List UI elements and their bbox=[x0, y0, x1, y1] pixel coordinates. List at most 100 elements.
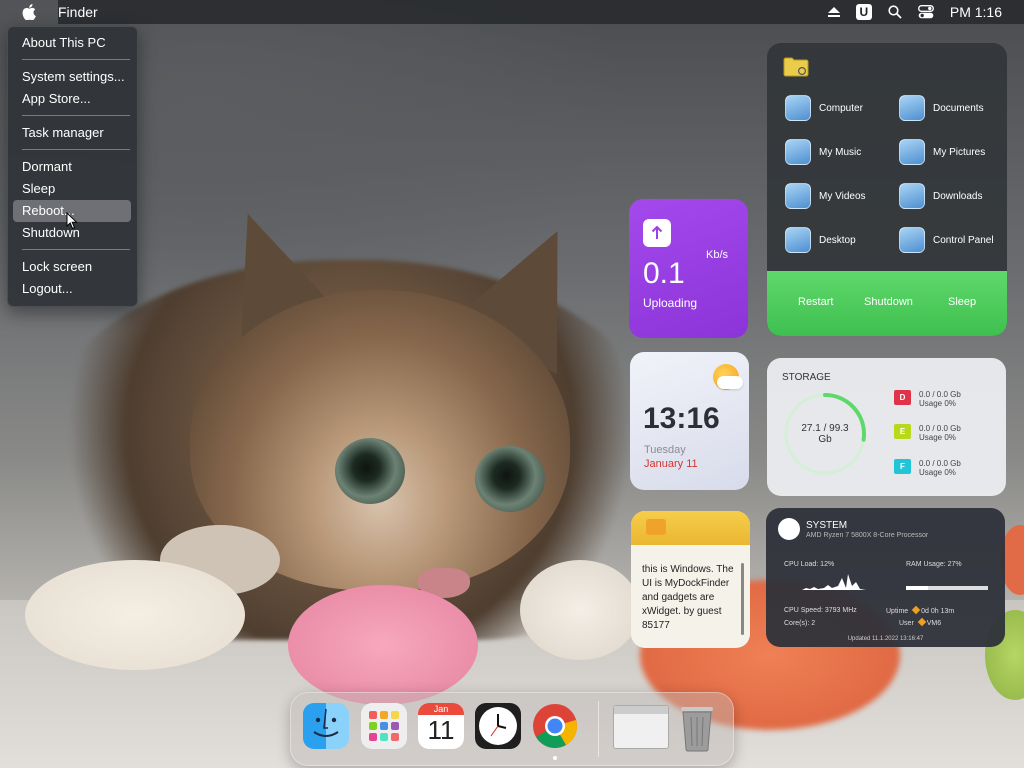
folder-item-documents[interactable]: Documents bbox=[899, 95, 984, 121]
diamond-icon bbox=[917, 617, 926, 627]
folder-item-my-pictures[interactable]: My Pictures bbox=[899, 139, 985, 165]
control-panel-icon bbox=[899, 227, 925, 253]
folder-item-label: Downloads bbox=[933, 190, 983, 202]
folder-icon[interactable] bbox=[783, 57, 809, 77]
wallpaper-cat-eye-right bbox=[475, 446, 545, 512]
control-center-icon[interactable] bbox=[917, 5, 934, 19]
clock-date: January 11 bbox=[644, 458, 698, 470]
folder-item-label: Desktop bbox=[819, 234, 856, 246]
folder-item-label: My Pictures bbox=[933, 146, 986, 158]
drive-d[interactable]: D 0.0 / 0.0 Gb Usage 0% bbox=[894, 390, 961, 408]
menu-item-task-manager[interactable]: Task manager bbox=[13, 122, 131, 144]
menu-item-logout[interactable]: Logout... bbox=[13, 278, 131, 300]
uptime-label: Uptime bbox=[886, 608, 909, 615]
diamond-icon bbox=[911, 605, 921, 615]
cpu-cores: Core(s): 2 bbox=[784, 620, 816, 627]
menu-bar: Finder U PM 1:16 bbox=[0, 0, 1024, 24]
wallpaper-cat-eye-left bbox=[335, 438, 405, 504]
menu-item-dormant[interactable]: Dormant bbox=[13, 156, 131, 178]
dock-calendar[interactable]: Jan 11 bbox=[418, 703, 464, 749]
uptime-row: Uptime 0d 0h 13m bbox=[886, 605, 955, 615]
drive-usage: Usage 0% bbox=[919, 433, 956, 442]
music-folder-icon bbox=[785, 139, 811, 165]
folders-widget: Computer Documents My Music My Pictures … bbox=[767, 43, 1007, 336]
dock-finder[interactable] bbox=[303, 703, 349, 749]
u-app-icon[interactable]: U bbox=[855, 4, 872, 20]
sleep-button[interactable]: Sleep bbox=[948, 296, 976, 308]
menu-item-lock-screen[interactable]: Lock screen bbox=[13, 256, 131, 278]
folder-item-label: My Videos bbox=[819, 190, 866, 202]
cpu-speed: CPU Speed: 3793 MHz bbox=[784, 607, 857, 614]
folder-item-computer[interactable]: Computer bbox=[785, 95, 863, 121]
uptime-value: 0d 0h 13m bbox=[921, 608, 955, 615]
dock-separator bbox=[598, 701, 599, 757]
drive-f[interactable]: F 0.0 / 0.0 Gb Usage 0% bbox=[894, 459, 961, 477]
videos-folder-icon bbox=[785, 183, 811, 209]
drive-icon: F bbox=[894, 459, 911, 474]
folder-item-downloads[interactable]: Downloads bbox=[899, 183, 982, 209]
dock-minimized-chrome-window[interactable] bbox=[613, 705, 669, 749]
drive-usage: Usage 0% bbox=[919, 468, 956, 477]
note-text[interactable]: this is Windows. The UI is MyDockFinder … bbox=[642, 563, 740, 633]
dock-trash[interactable] bbox=[675, 701, 719, 753]
apple-menu-button[interactable] bbox=[0, 0, 58, 24]
window-titlebar bbox=[614, 706, 668, 714]
ram-usage: RAM Usage: 27% bbox=[906, 561, 962, 568]
folder-item-label: Control Panel bbox=[933, 234, 994, 246]
documents-icon bbox=[899, 95, 925, 121]
note-scrollbar[interactable] bbox=[741, 563, 744, 635]
menu-item-system-settings[interactable]: System settings... bbox=[13, 66, 131, 88]
search-icon[interactable] bbox=[888, 5, 902, 19]
power-options-bar: Restart Shutdown Sleep bbox=[767, 271, 1007, 336]
folder-item-my-videos[interactable]: My Videos bbox=[785, 183, 866, 209]
calendar-day: 11 bbox=[427, 715, 455, 745]
storage-ring-unit: Gb bbox=[818, 434, 832, 445]
system-widget: SYSTEM AMD Ryzen 7 5800X 8-Core Processo… bbox=[766, 508, 1005, 647]
menu-separator bbox=[22, 249, 130, 250]
drive-size: 0.0 / 0.0 Gb bbox=[919, 459, 961, 468]
menu-separator bbox=[22, 59, 130, 60]
folder-item-control-panel[interactable]: Control Panel bbox=[899, 227, 994, 253]
weather-cloud-icon bbox=[717, 376, 743, 389]
folder-item-my-music[interactable]: My Music bbox=[785, 139, 861, 165]
menu-item-app-store[interactable]: App Store... bbox=[13, 88, 131, 110]
menubar-clock[interactable]: PM 1:16 bbox=[950, 4, 1002, 20]
restart-button[interactable]: Restart bbox=[798, 296, 833, 308]
dock-launchpad[interactable] bbox=[361, 703, 407, 749]
menu-separator bbox=[22, 115, 130, 116]
dock-clock[interactable] bbox=[475, 703, 521, 749]
note-header bbox=[631, 511, 750, 545]
upload-arrow-icon bbox=[643, 219, 671, 247]
eject-icon[interactable] bbox=[827, 7, 840, 17]
active-app-name[interactable]: Finder bbox=[58, 4, 98, 20]
menu-separator bbox=[22, 149, 130, 150]
clock-icon bbox=[479, 707, 517, 745]
wallpaper-pink-toy bbox=[288, 585, 478, 705]
shutdown-button[interactable]: Shutdown bbox=[864, 296, 913, 308]
drive-size: 0.0 / 0.0 Gb bbox=[919, 424, 961, 433]
menu-item-sleep[interactable]: Sleep bbox=[13, 178, 131, 200]
upload-unit: Kb/s bbox=[705, 249, 728, 261]
user-value: VM6 bbox=[926, 620, 942, 627]
system-updated: Updated 11.1.2022 13:16:47 bbox=[847, 636, 924, 642]
storage-title: STORAGE bbox=[782, 372, 831, 383]
wallpaper-white-toy bbox=[25, 560, 245, 670]
drive-e[interactable]: E 0.0 / 0.0 Gb Usage 0% bbox=[894, 424, 961, 442]
downloads-folder-icon bbox=[899, 183, 925, 209]
calendar-month: Jan bbox=[418, 703, 464, 715]
trash-icon bbox=[681, 707, 713, 752]
system-title: SYSTEM bbox=[806, 520, 848, 531]
system-processor: AMD Ryzen 7 5800X 8-Core Processor bbox=[806, 532, 929, 539]
drive-usage: Usage 0% bbox=[919, 399, 956, 408]
computer-icon bbox=[785, 95, 811, 121]
folder-item-label: My Music bbox=[819, 146, 862, 158]
user-row: User VM6 bbox=[899, 617, 942, 627]
folder-item-desktop[interactable]: Desktop bbox=[785, 227, 856, 253]
menu-item-about-this-pc[interactable]: About This PC bbox=[13, 32, 131, 54]
ram-usage-bar bbox=[906, 586, 988, 590]
folder-item-label: Documents bbox=[933, 102, 984, 114]
clock-widget: 13:16 Tuesday January 11 bbox=[630, 352, 749, 490]
desktop-folder-icon bbox=[785, 227, 811, 253]
dock-chrome[interactable] bbox=[532, 703, 578, 749]
clock-day: Tuesday bbox=[644, 444, 686, 456]
